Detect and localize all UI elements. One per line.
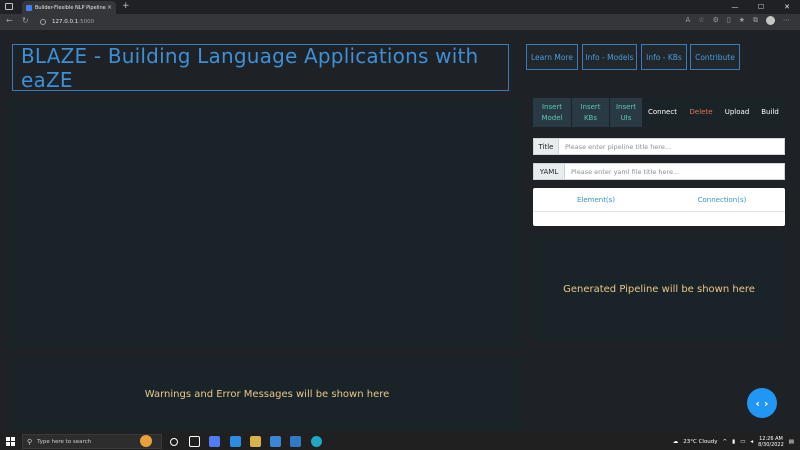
url-field[interactable]: 127.0.0.1:5000 (40, 16, 94, 28)
pipeline-message: Generated Pipeline will be shown here (563, 283, 755, 295)
extensions-icon[interactable]: ⚙ (713, 16, 719, 25)
column-connections: Connection(s) (697, 195, 747, 204)
cortana-avatar-icon[interactable] (140, 435, 152, 447)
table-header: Element(s) Connection(s) (533, 188, 785, 212)
zoom-icon[interactable] (209, 436, 220, 447)
collections-icon[interactable]: ★ (739, 16, 745, 25)
delete-button[interactable]: Delete (683, 98, 720, 127)
downloads-icon[interactable]: ⧉ (753, 16, 758, 25)
clock[interactable]: 12:26 AM 8/30/2022 (758, 436, 784, 448)
network-icon[interactable]: ▭ (740, 439, 745, 445)
connect-button[interactable]: Connect (643, 98, 683, 127)
back-icon[interactable]: ← (6, 16, 13, 25)
info-kbs-button[interactable]: Info - KBs (641, 44, 687, 70)
elements-table: Element(s) Connection(s) (533, 188, 785, 226)
store-icon[interactable] (270, 436, 281, 447)
refresh-icon[interactable]: ↻ (22, 16, 29, 25)
browser-tab-bar: Builder-Flexible NLP Pipeline × + — ☐ ✕ (0, 0, 800, 14)
warnings-console: Warnings and Error Messages will be show… (12, 358, 522, 430)
url-port: :5000 (78, 19, 95, 25)
microphone-icon[interactable]: ▮ (732, 439, 735, 445)
split-screen-icon[interactable]: ▯ (727, 16, 731, 25)
insert-model-button[interactable]: Insert Model (533, 98, 572, 127)
close-window-icon[interactable]: ✕ (774, 0, 800, 14)
site-info-icon[interactable] (40, 19, 46, 25)
task-view-icon[interactable] (189, 436, 200, 447)
minimize-icon[interactable]: — (722, 0, 748, 14)
code-toggle-button[interactable]: ‹ › (747, 388, 777, 418)
weather-cloud-icon[interactable]: ☁ (673, 439, 679, 445)
vscode-icon[interactable] (230, 436, 241, 447)
page-title: BLAZE - Building Language Applications w… (21, 43, 479, 92)
title-field: Title Please enter pipeline title here..… (533, 138, 785, 155)
tray-chevron-icon[interactable]: ^ (723, 439, 728, 445)
clock-date: 8/30/2022 (758, 441, 784, 448)
title-label: Title (533, 138, 559, 155)
app-title-box: BLAZE - Building Language Applications w… (12, 43, 509, 92)
yaml-title-input[interactable]: Please enter yaml file title here... (565, 163, 785, 180)
contribute-button[interactable]: Contribute (690, 44, 740, 70)
tab-title: Builder-Flexible NLP Pipeline (35, 4, 106, 11)
column-elements: Element(s) (576, 195, 616, 204)
tab-actions-icon[interactable] (5, 3, 13, 10)
read-aloud-icon[interactable]: A (686, 16, 691, 25)
app-root: BLAZE - Building Language Applications w… (0, 30, 800, 433)
windows-start-icon[interactable] (6, 437, 15, 446)
more-menu-icon[interactable]: ⋯ (783, 16, 790, 25)
clock-time: 12:26 AM (759, 435, 783, 442)
address-bar: ← ↻ 127.0.0.1:5000 A ☆ ⚙ ▯ ★ ⧉ ⋯ (0, 14, 800, 30)
notifications-icon[interactable]: ▤ (789, 439, 794, 445)
edge-icon[interactable] (311, 436, 322, 447)
cortana-icon[interactable] (170, 438, 178, 446)
url-host: 127.0.0.1 (52, 19, 79, 25)
new-tab-button[interactable]: + (122, 1, 130, 11)
volume-icon[interactable]: ◂ (750, 439, 753, 445)
info-models-button[interactable]: Info - Models (582, 44, 637, 70)
profile-avatar[interactable] (766, 16, 775, 25)
search-placeholder: Type here to search (37, 438, 92, 445)
file-explorer-icon[interactable] (250, 436, 261, 447)
system-tray: ☁ 23°C Cloudy ^ ▮ ▭ ◂ 12:26 AM 8/30/2022… (673, 433, 794, 450)
upload-button[interactable]: Upload (720, 98, 755, 127)
insert-uis-button[interactable]: Insert UIs (610, 98, 643, 127)
code-icon: ‹ › (755, 396, 769, 410)
favicon-icon (26, 4, 32, 11)
build-button[interactable]: Build (755, 98, 785, 127)
browser-toolbar-icons: A ☆ ⚙ ▯ ★ ⧉ ⋯ (686, 16, 790, 25)
insert-kbs-button[interactable]: Insert KBs (572, 98, 610, 127)
browser-tab[interactable]: Builder-Flexible NLP Pipeline × (22, 1, 116, 14)
yaml-label: YAML (533, 163, 565, 180)
yaml-field: YAML Please enter yaml file title here..… (533, 163, 785, 180)
window-controls: — ☐ ✕ (722, 0, 800, 14)
pipeline-toolbar: Insert Model Insert KBs Insert UIs Connect … (533, 98, 785, 127)
windows-taskbar: ⚲ Type here to search ☁ 23°C Cloudy ^ ▮ … (0, 433, 800, 450)
pipeline-canvas[interactable] (8, 99, 522, 349)
console-message: Warnings and Error Messages will be show… (144, 388, 390, 400)
learn-more-button[interactable]: Learn More (526, 44, 578, 70)
mail-icon[interactable] (290, 436, 301, 447)
weather-text[interactable]: 23°C Cloudy (683, 439, 717, 445)
favorite-star-icon[interactable]: ☆ (698, 16, 704, 25)
maximize-icon[interactable]: ☐ (748, 0, 774, 14)
close-tab-icon[interactable]: × (107, 4, 112, 11)
generated-pipeline-panel: Generated Pipeline will be shown here (533, 236, 785, 342)
search-icon: ⚲ (27, 437, 33, 446)
pipeline-title-input[interactable]: Please enter pipeline title here... (559, 138, 785, 155)
